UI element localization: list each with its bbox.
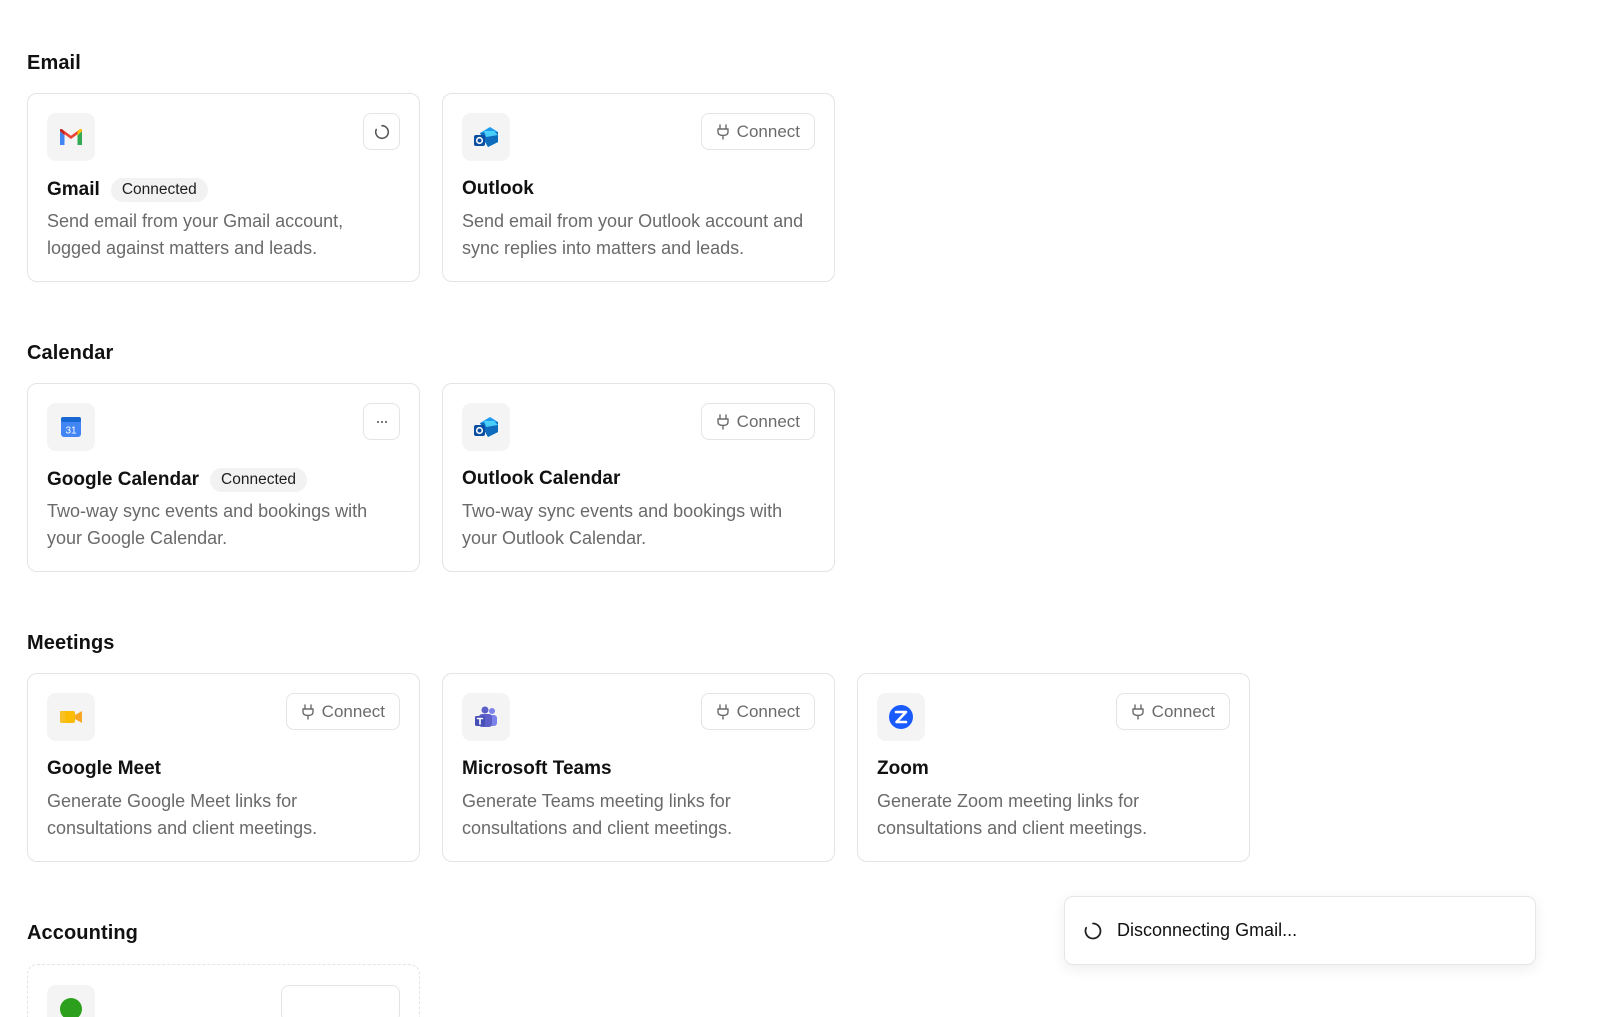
google-meet-connect-button[interactable]: Connect (285, 693, 400, 730)
toast-message: Disconnecting Gmail... (1117, 920, 1298, 940)
connect-label: Connect (1151, 701, 1215, 721)
integration-card-zoom: Connect Zoom Generate Zoom meeting links… (857, 673, 1250, 862)
integration-card-accounting (27, 964, 420, 1017)
integration-description: Send email from your Outlook account and… (462, 211, 804, 258)
integration-description: Generate Google Meet links for consultat… (47, 791, 318, 838)
zoom-name-row: Zoom (877, 758, 929, 780)
outlook-name-row: Outlook (462, 178, 534, 200)
integration-card-outlook-calendar: Connect Outlook Calendar Two-way sync ev… (442, 383, 835, 572)
connect-label: Connect (736, 701, 800, 721)
zoom-logo-icon (877, 693, 925, 741)
status-badge: Connected (210, 468, 308, 492)
plug-icon (716, 703, 729, 720)
ellipsis-icon (376, 420, 387, 423)
integration-card-gmail: Gmail Connected Send email from your Gma… (27, 93, 420, 282)
section-calendar: Calendar 31 Google Calendar Connected Tw… (27, 340, 835, 572)
zoom-connect-button[interactable]: Connect (1115, 693, 1230, 730)
outlook-logo-icon (462, 403, 510, 451)
google-calendar-logo-icon: 31 (47, 403, 95, 451)
outlook-calendar-name-row: Outlook Calendar (462, 468, 620, 490)
google-calendar-more-button[interactable] (363, 403, 400, 440)
integration-description: Two-way sync events and bookings with yo… (47, 501, 368, 548)
google-calendar-name-row: Google Calendar Connected (47, 468, 308, 492)
integration-name: Outlook (462, 178, 534, 199)
integration-description: Send email from your Gmail account, logg… (47, 211, 344, 258)
integration-name: Zoom (877, 758, 929, 779)
calendar-logo-text: 31 (65, 426, 77, 437)
plug-icon (716, 123, 729, 140)
connect-label: Connect (321, 701, 385, 721)
email-cards: Gmail Connected Send email from your Gma… (27, 93, 835, 282)
outlook-calendar-connect-button[interactable]: Connect (700, 403, 815, 440)
accounting-cards (27, 964, 420, 1017)
integration-card-microsoft-teams: Connect Microsoft Teams Generate Teams m… (442, 673, 835, 862)
section-meetings: Meetings Connect Google Meet Generate Go… (27, 630, 1250, 862)
outlook-logo-icon (462, 113, 510, 161)
section-title-calendar: Calendar (27, 342, 114, 364)
integration-card-outlook: Connect Outlook Send email from your Out… (442, 93, 835, 282)
status-badge: Connected (110, 178, 208, 202)
toast-notification: Disconnecting Gmail... (1064, 896, 1536, 965)
integration-card-google-meet: Connect Google Meet Generate Google Meet… (27, 673, 420, 862)
gmail-logo-icon (47, 113, 95, 161)
section-accounting: Accounting (27, 920, 420, 1017)
google-meet-logo-icon (47, 693, 95, 741)
integration-description: Generate Zoom meeting links for consulta… (877, 791, 1148, 838)
meetings-cards: Connect Google Meet Generate Google Meet… (27, 673, 1250, 862)
connect-label: Connect (736, 121, 800, 141)
google-meet-name-row: Google Meet (47, 758, 161, 780)
integration-card-google-calendar: 31 Google Calendar Connected Two-way syn… (27, 383, 420, 572)
connect-label: Connect (736, 411, 800, 431)
section-title-accounting: Accounting (27, 922, 138, 944)
integration-description: Two-way sync events and bookings with yo… (462, 501, 783, 548)
gmail-name-row: Gmail Connected (47, 178, 208, 202)
calendar-cards: 31 Google Calendar Connected Two-way syn… (27, 383, 835, 572)
section-title-meetings: Meetings (27, 632, 115, 654)
accounting-connect-button[interactable] (281, 985, 400, 1017)
microsoft-teams-name-row: Microsoft Teams (462, 758, 612, 780)
spinner-icon (374, 124, 389, 139)
integration-name: Google Meet (47, 758, 162, 779)
microsoft-teams-connect-button[interactable]: Connect (700, 693, 815, 730)
spinner-icon (1084, 922, 1102, 939)
section-title-email: Email (27, 52, 81, 74)
gmail-loading-button[interactable] (363, 113, 400, 150)
integration-name: Google Calendar (47, 469, 200, 490)
integration-name: Gmail (47, 179, 100, 200)
outlook-connect-button[interactable]: Connect (700, 113, 815, 150)
accounting-logo-icon (47, 985, 95, 1017)
integration-name: Outlook Calendar (462, 468, 621, 489)
teams-logo-icon (462, 693, 510, 741)
integration-description: Generate Teams meeting links for consult… (462, 791, 733, 838)
plug-icon (716, 413, 729, 430)
section-email: Email Gmail Connected Send email from yo… (27, 50, 835, 282)
integration-name: Microsoft Teams (462, 758, 612, 779)
plug-icon (1131, 703, 1144, 720)
plug-icon (301, 703, 314, 720)
